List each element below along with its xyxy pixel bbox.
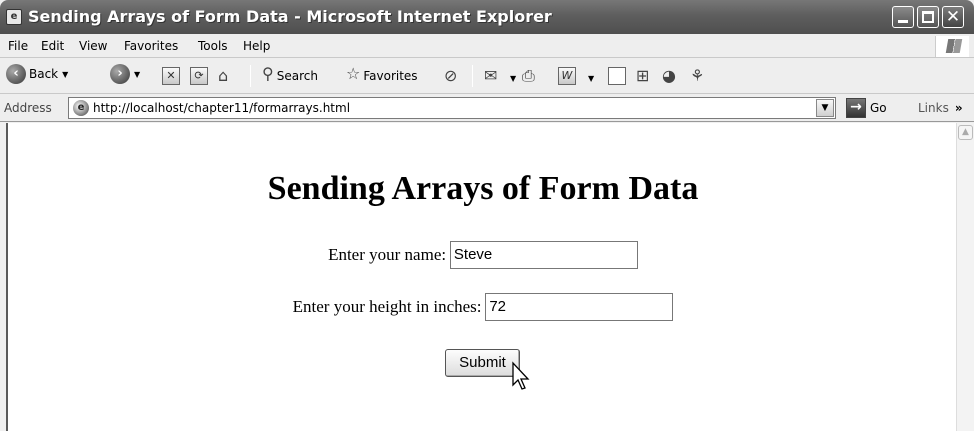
media-icon[interactable]: ⊘ [444,66,457,86]
refresh-icon[interactable]: ⟳ [190,67,208,85]
address-url: http://localhost/chapter11/formarrays.ht… [93,101,351,115]
maximize-button[interactable] [917,6,939,28]
mail-dropdown-icon[interactable]: ▼ [510,74,516,83]
stop-icon[interactable]: ✕ [162,67,180,85]
chevron-right-icon: » [954,101,963,115]
height-label: Enter your height in inches: [292,297,482,316]
forward-arrow-icon: › [110,64,130,84]
word-icon[interactable]: W [558,67,576,85]
windows-flag-icon [945,39,963,53]
menu-edit[interactable]: Edit [41,39,64,53]
forward-dropdown-icon[interactable]: ▼ [134,70,140,79]
home-icon[interactable]: ⌂ [218,66,228,86]
standard-toolbar: ‹ Back ▼ › ▼ ✕ ⟳ ⌂ ⚲ Search ☆ Favorites ⊘ ✉ ▼… [0,58,974,94]
mail-icon[interactable]: ✉ [484,66,497,86]
back-dropdown-icon[interactable]: ▼ [62,70,68,79]
minimize-icon [898,20,908,23]
height-row: Enter your height in inches: 72 [0,293,966,321]
go-button[interactable]: → Go [846,98,887,118]
height-input[interactable]: 72 [485,293,674,321]
name-label: Enter your name: [328,245,447,264]
menu-help[interactable]: Help [243,39,270,53]
address-input[interactable]: e http://localhost/chapter11/formarrays.… [68,97,836,119]
name-input[interactable]: Steve [449,241,638,269]
minimize-button[interactable] [892,6,914,28]
research-icon[interactable]: ⊞ [636,66,649,86]
address-label: Address [4,101,52,115]
menu-file[interactable]: File [8,39,28,53]
star-icon: ☆ [346,64,361,83]
search-button[interactable]: ⚲ Search [262,64,318,88]
windows-logo [935,36,969,57]
menu-tools[interactable]: Tools [198,39,228,53]
extra-tool-icon[interactable]: ⚘ [690,66,704,86]
toolbar-separator [472,65,473,87]
go-arrow-icon: → [846,98,866,118]
back-button[interactable]: ‹ Back ▼ [6,64,68,88]
printer-icon[interactable]: ⎙ [522,66,535,86]
mouse-pointer-icon [512,361,530,390]
links-button[interactable]: Links » [918,101,963,115]
menu-favorites[interactable]: Favorites [124,39,178,53]
back-label: Back [29,67,59,81]
go-label: Go [870,101,887,115]
messenger-icon[interactable]: ◕ [662,66,676,86]
scroll-up-icon[interactable]: ▲ [958,125,973,140]
edit-dropdown-icon[interactable]: ▼ [588,74,594,83]
ie-app-icon: e [6,9,22,25]
search-label: Search [276,68,318,83]
name-row: Enter your name: Steve [0,241,966,269]
menu-bar: File Edit View Favorites Tools Help [0,34,974,58]
favorites-label: Favorites [363,68,418,83]
page-heading: Sending Arrays of Form Data [267,170,699,207]
ie-page-icon: e [73,100,89,116]
maximize-icon [922,11,934,23]
toolbar-separator [250,65,251,87]
address-bar: Address e http://localhost/chapter11/for… [0,94,974,122]
submit-button[interactable]: Submit [445,349,520,377]
browser-window: e Sending Arrays of Form Data - Microsof… [0,0,974,431]
favorites-button[interactable]: ☆ Favorites [346,64,418,88]
links-label: Links [918,101,949,115]
back-arrow-icon: ‹ [6,64,26,84]
menu-view[interactable]: View [79,39,107,53]
forward-button[interactable]: › ▼ [110,64,140,88]
discuss-icon[interactable] [608,67,626,85]
close-button[interactable]: ✕ [942,6,964,28]
close-icon: ✕ [945,7,961,27]
address-dropdown-icon[interactable]: ▼ [816,99,834,117]
search-icon: ⚲ [262,64,274,83]
title-bar: e Sending Arrays of Form Data - Microsof… [0,0,974,34]
window-title: Sending Arrays of Form Data - Microsoft … [28,7,552,26]
